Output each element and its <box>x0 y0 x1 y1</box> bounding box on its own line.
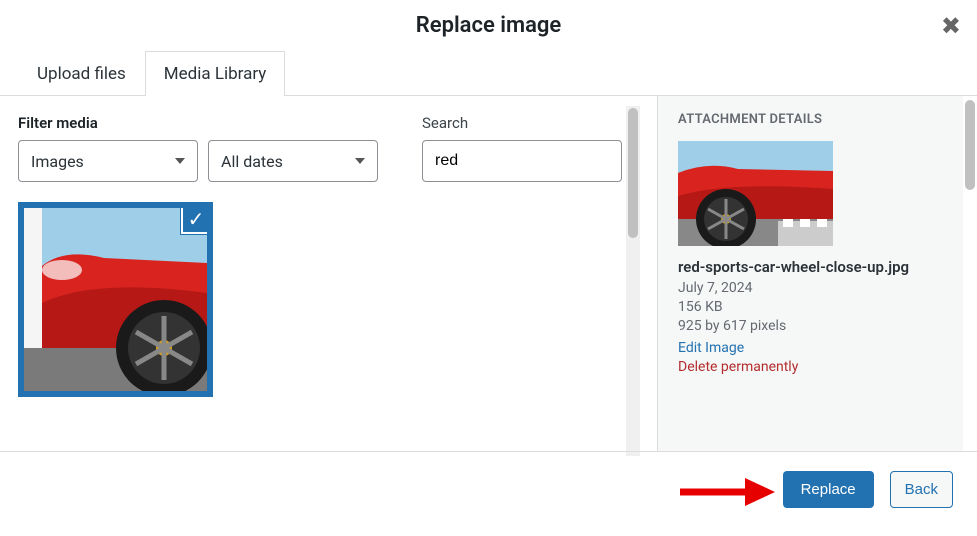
tab-media-library[interactable]: Media Library <box>145 51 286 96</box>
chevron-down-icon <box>355 158 365 164</box>
checkmark-icon: ✓ <box>181 204 211 234</box>
delete-permanently-link[interactable]: Delete permanently <box>678 359 957 375</box>
close-icon[interactable]: ✖ <box>941 12 961 40</box>
attachment-size: 156 KB <box>678 299 957 315</box>
tab-upload-files[interactable]: Upload files <box>18 51 145 96</box>
filter-media-label: Filter media <box>18 114 378 132</box>
media-browser: Filter media Images All dates Search <box>0 96 657 451</box>
filter-type-select[interactable]: Images <box>18 140 198 182</box>
modal-header: Replace image ✖ <box>0 0 977 50</box>
attachment-date: July 7, 2024 <box>678 280 957 296</box>
back-button[interactable]: Back <box>890 471 953 508</box>
attachment-details-heading: ATTACHMENT DETAILS <box>678 112 957 127</box>
arrow-annotation <box>675 472 775 512</box>
main-area: Filter media Images All dates Search <box>0 96 977 451</box>
scrollbar[interactable] <box>965 100 975 190</box>
search-input[interactable] <box>422 140 622 182</box>
media-thumbnail-selected[interactable]: ✓ <box>18 202 213 397</box>
filter-type-value: Images <box>31 152 84 171</box>
search-label: Search <box>422 114 622 132</box>
scrollbar[interactable] <box>626 106 640 456</box>
modal-footer: Replace Back <box>0 451 977 526</box>
modal-title: Replace image <box>416 13 562 38</box>
filter-date-select[interactable]: All dates <box>208 140 378 182</box>
chevron-down-icon <box>175 158 185 164</box>
filter-date-value: All dates <box>221 152 283 171</box>
edit-image-link[interactable]: Edit Image <box>678 340 957 356</box>
attachment-dimensions: 925 by 617 pixels <box>678 318 957 334</box>
tabs: Upload files Media Library <box>0 50 977 96</box>
attachment-filename: red-sports-car-wheel-close-up.jpg <box>678 258 957 276</box>
attachment-details-panel: ATTACHMENT DETAILS <box>657 96 977 451</box>
replace-button[interactable]: Replace <box>783 471 874 508</box>
attachment-preview <box>678 141 833 246</box>
